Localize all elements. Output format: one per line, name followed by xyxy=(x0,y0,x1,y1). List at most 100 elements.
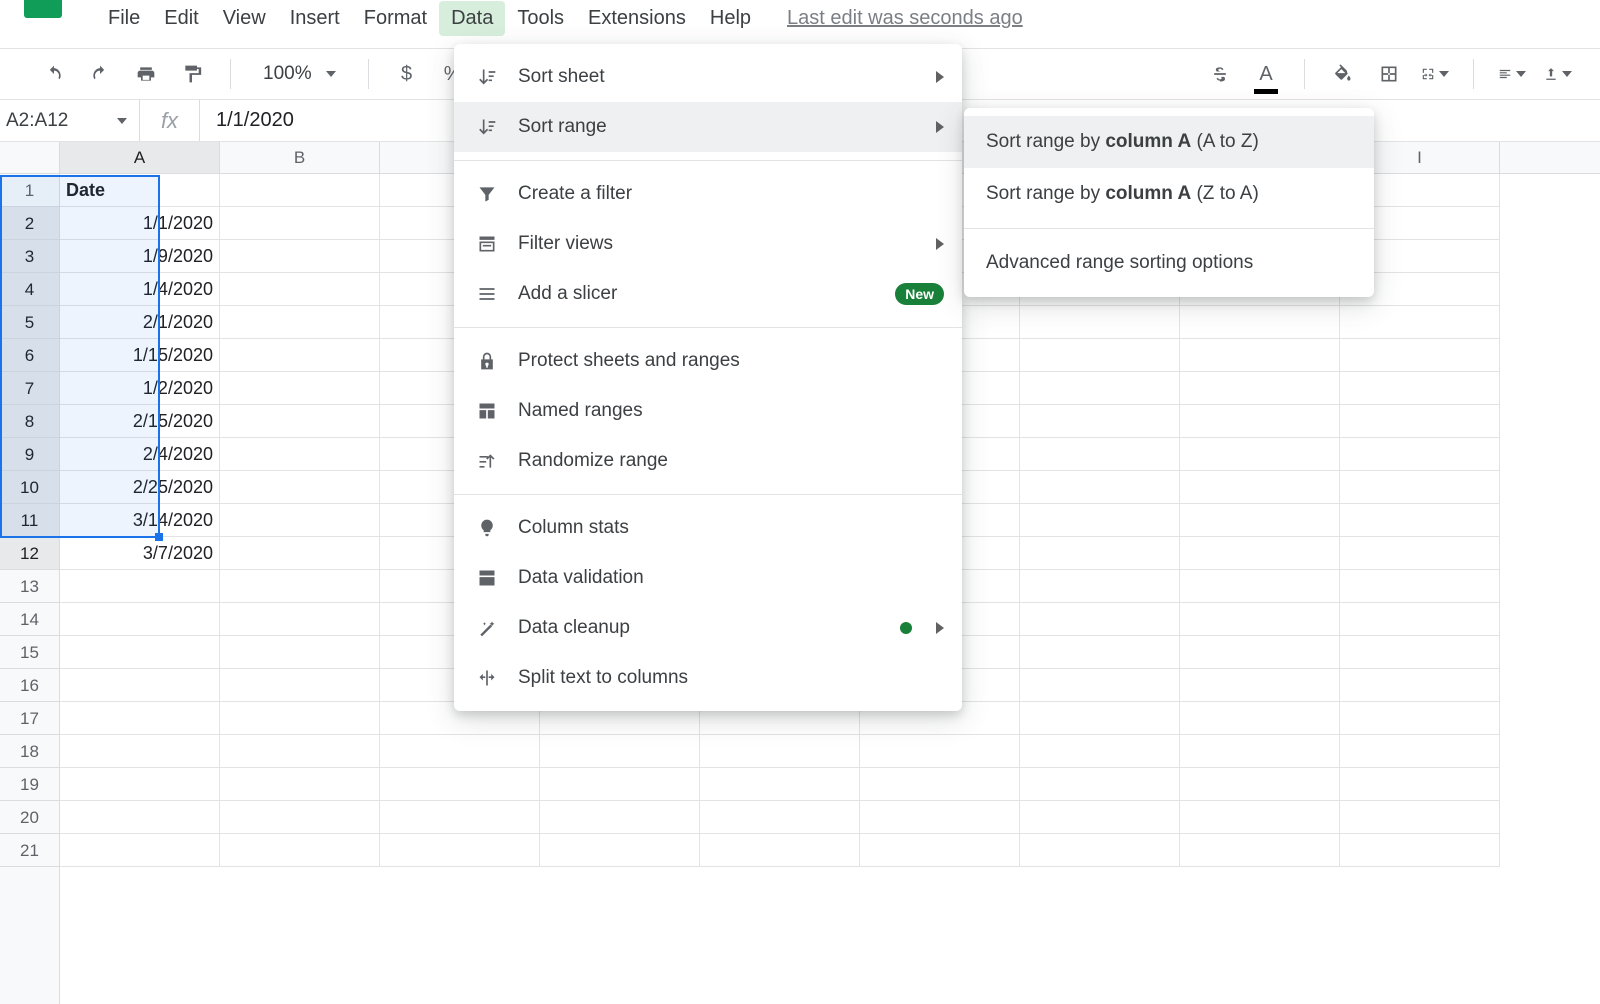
cell-G12[interactable] xyxy=(1020,537,1180,570)
cell-G21[interactable] xyxy=(1020,834,1180,867)
cell-C18[interactable] xyxy=(380,735,540,768)
data-menu-randomize-range[interactable]: Randomize range xyxy=(454,436,962,486)
cell-G7[interactable] xyxy=(1020,372,1180,405)
cell-I18[interactable] xyxy=(1340,735,1500,768)
cell-B10[interactable] xyxy=(220,471,380,504)
row-header-1[interactable]: 1 xyxy=(0,174,59,207)
cell-F18[interactable] xyxy=(860,735,1020,768)
data-menu-split-text-to-columns[interactable]: Split text to columns xyxy=(454,653,962,703)
data-menu-data-validation[interactable]: Data validation xyxy=(454,553,962,603)
cell-H17[interactable] xyxy=(1180,702,1340,735)
cell-B21[interactable] xyxy=(220,834,380,867)
cell-D19[interactable] xyxy=(540,768,700,801)
row-header-20[interactable]: 20 xyxy=(0,801,59,834)
cell-D20[interactable] xyxy=(540,801,700,834)
cell-I14[interactable] xyxy=(1340,603,1500,636)
cell-A16[interactable] xyxy=(60,669,220,702)
cell-A5[interactable]: 2/1/2020 xyxy=(60,306,220,339)
row-header-19[interactable]: 19 xyxy=(0,768,59,801)
menu-data[interactable]: Data xyxy=(439,1,505,36)
fill-color-button[interactable] xyxy=(1329,60,1357,88)
cell-G6[interactable] xyxy=(1020,339,1180,372)
cell-B16[interactable] xyxy=(220,669,380,702)
menu-help[interactable]: Help xyxy=(698,1,763,36)
name-box[interactable]: A2:A12 xyxy=(0,100,140,141)
cell-G11[interactable] xyxy=(1020,504,1180,537)
cell-G10[interactable] xyxy=(1020,471,1180,504)
row-header-8[interactable]: 8 xyxy=(0,405,59,438)
cell-H11[interactable] xyxy=(1180,504,1340,537)
row-header-11[interactable]: 11 xyxy=(0,504,59,537)
row-header-4[interactable]: 4 xyxy=(0,273,59,306)
cell-G14[interactable] xyxy=(1020,603,1180,636)
cell-A8[interactable]: 2/15/2020 xyxy=(60,405,220,438)
submenu-sort-ztoa[interactable]: Sort range by column A (Z to A) xyxy=(964,168,1374,220)
menu-insert[interactable]: Insert xyxy=(278,1,352,36)
row-header-21[interactable]: 21 xyxy=(0,834,59,867)
cell-I20[interactable] xyxy=(1340,801,1500,834)
data-menu-protect-sheets-and-ranges[interactable]: Protect sheets and ranges xyxy=(454,336,962,386)
cell-G20[interactable] xyxy=(1020,801,1180,834)
cell-B4[interactable] xyxy=(220,273,380,306)
cell-B3[interactable] xyxy=(220,240,380,273)
cell-B20[interactable] xyxy=(220,801,380,834)
cell-A3[interactable]: 1/9/2020 xyxy=(60,240,220,273)
row-header-13[interactable]: 13 xyxy=(0,570,59,603)
cell-H15[interactable] xyxy=(1180,636,1340,669)
row-header-17[interactable]: 17 xyxy=(0,702,59,735)
cell-B17[interactable] xyxy=(220,702,380,735)
cell-I19[interactable] xyxy=(1340,768,1500,801)
cell-B11[interactable] xyxy=(220,504,380,537)
cell-B7[interactable] xyxy=(220,372,380,405)
cell-A1[interactable]: Date xyxy=(60,174,220,207)
menu-file[interactable]: File xyxy=(96,1,152,36)
row-header-9[interactable]: 9 xyxy=(0,438,59,471)
cell-B8[interactable] xyxy=(220,405,380,438)
redo-button[interactable] xyxy=(86,60,114,88)
cell-G8[interactable] xyxy=(1020,405,1180,438)
cell-H5[interactable] xyxy=(1180,306,1340,339)
cell-A7[interactable]: 1/2/2020 xyxy=(60,372,220,405)
cell-H12[interactable] xyxy=(1180,537,1340,570)
cell-F20[interactable] xyxy=(860,801,1020,834)
cell-A10[interactable]: 2/25/2020 xyxy=(60,471,220,504)
cell-C20[interactable] xyxy=(380,801,540,834)
cell-B6[interactable] xyxy=(220,339,380,372)
cell-H19[interactable] xyxy=(1180,768,1340,801)
cell-A11[interactable]: 3/14/2020 xyxy=(60,504,220,537)
row-header-12[interactable]: 12 xyxy=(0,537,59,570)
cell-B12[interactable] xyxy=(220,537,380,570)
cell-B18[interactable] xyxy=(220,735,380,768)
cell-B1[interactable] xyxy=(220,174,380,207)
row-header-2[interactable]: 2 xyxy=(0,207,59,240)
cell-A20[interactable] xyxy=(60,801,220,834)
undo-button[interactable] xyxy=(40,60,68,88)
menu-view[interactable]: View xyxy=(211,1,278,36)
cell-G5[interactable] xyxy=(1020,306,1180,339)
cell-G13[interactable] xyxy=(1020,570,1180,603)
data-menu-data-cleanup[interactable]: Data cleanup xyxy=(454,603,962,653)
cell-H14[interactable] xyxy=(1180,603,1340,636)
cell-I10[interactable] xyxy=(1340,471,1500,504)
cell-H13[interactable] xyxy=(1180,570,1340,603)
cell-H7[interactable] xyxy=(1180,372,1340,405)
cell-A6[interactable]: 1/15/2020 xyxy=(60,339,220,372)
cell-E19[interactable] xyxy=(700,768,860,801)
cell-I9[interactable] xyxy=(1340,438,1500,471)
row-header-16[interactable]: 16 xyxy=(0,669,59,702)
cell-G18[interactable] xyxy=(1020,735,1180,768)
cell-F19[interactable] xyxy=(860,768,1020,801)
paint-format-button[interactable] xyxy=(178,60,206,88)
cell-I5[interactable] xyxy=(1340,306,1500,339)
cell-C21[interactable] xyxy=(380,834,540,867)
horizontal-align-button[interactable] xyxy=(1498,60,1526,88)
cell-A9[interactable]: 2/4/2020 xyxy=(60,438,220,471)
merge-cells-button[interactable] xyxy=(1421,60,1449,88)
cell-B15[interactable] xyxy=(220,636,380,669)
cell-H21[interactable] xyxy=(1180,834,1340,867)
cell-H16[interactable] xyxy=(1180,669,1340,702)
cell-A21[interactable] xyxy=(60,834,220,867)
cell-A17[interactable] xyxy=(60,702,220,735)
row-header-10[interactable]: 10 xyxy=(0,471,59,504)
menu-extensions[interactable]: Extensions xyxy=(576,1,698,36)
